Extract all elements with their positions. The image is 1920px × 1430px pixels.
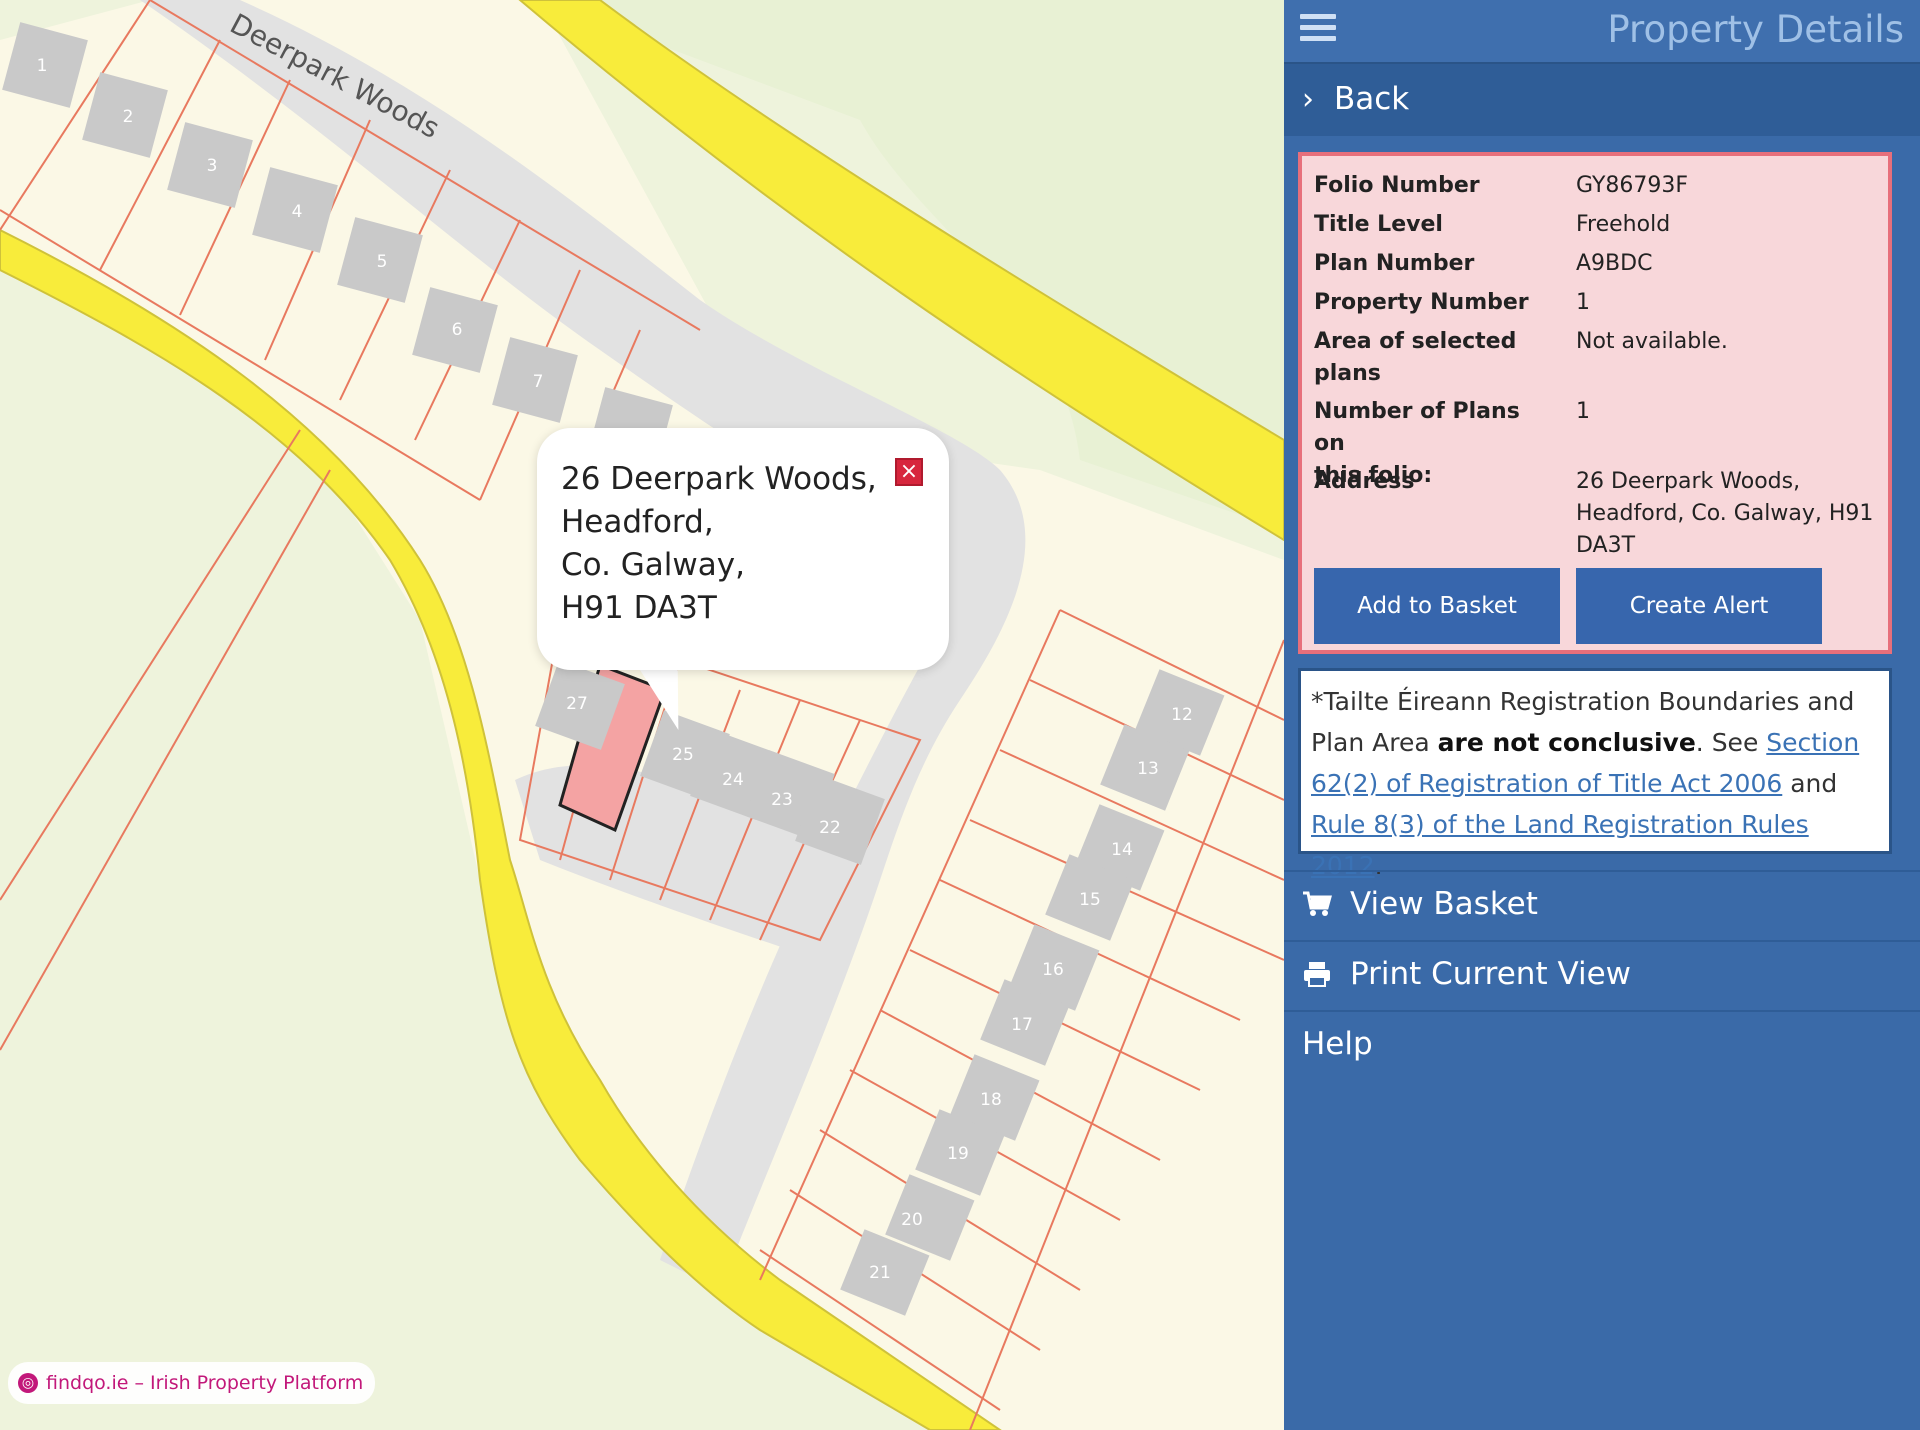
plot-number: 22 [819,818,841,838]
area-row: Area of selected plans Not available. [1314,326,1884,390]
plot-number: 6 [452,320,463,340]
address-line: Headford, Co. Galway, H91 [1576,501,1874,526]
back-label: Back [1334,81,1410,117]
plot-number: 5 [377,252,388,272]
panel-title: Property Details [1607,8,1904,51]
plot-number: 1 [37,56,48,76]
credit-text: findqo.ie – Irish Property Platform [46,1372,364,1394]
disclaimer-box: *Tailte Éireann Registration Boundaries … [1298,668,1892,880]
map-view[interactable]: 1 2 3 4 5 6 7 27 25 24 23 22 12 13 14 15… [0,0,1284,1430]
plot-number: 15 [1079,890,1101,910]
property-info-box: Folio Number GY86793F Title Level Freeho… [1298,152,1892,654]
view-basket-button[interactable]: View Basket [1284,870,1920,940]
folio-number-row: Folio Number GY86793F [1314,170,1884,202]
plot-number: 16 [1042,960,1064,980]
plan-number-value: A9BDC [1576,251,1653,276]
help-label: Help [1302,1026,1373,1062]
help-button[interactable]: Help [1284,1010,1920,1080]
plans-value: 1 [1576,399,1590,424]
plot-number: 24 [722,770,744,790]
address-value: 26 Deerpark Woods, Headford, Co. Galway,… [1576,466,1886,562]
plot-number: 7 [533,372,544,392]
address-line: 26 Deerpark Woods, [1576,469,1801,494]
popup-address-line: 26 Deerpark Woods, [561,461,877,497]
plot-number: 14 [1111,840,1133,860]
popup-address-line: Co. Galway, [561,547,745,583]
popup-address-line: H91 DA3T [561,590,717,626]
property-number-row: Property Number 1 [1314,287,1884,319]
property-number-value: 1 [1576,290,1590,315]
panel-header: Property Details [1284,0,1920,62]
disclaimer-and: and [1782,769,1838,798]
popup-address: 26 Deerpark Woods, Headford, Co. Galway,… [561,458,877,630]
area-value: Not available. [1576,329,1728,354]
print-view-button[interactable]: Print Current View [1284,940,1920,1010]
create-alert-button[interactable]: Create Alert [1576,568,1822,644]
disclaimer-bold: are not conclusive [1437,728,1696,757]
title-level-label: Title Level [1314,212,1443,237]
area-label-line: Area of selected [1314,329,1517,354]
plot-number: 17 [1011,1015,1033,1035]
globe-icon: ◎ [18,1373,38,1393]
chevron-right-icon: › [1302,82,1314,117]
address-line: DA3T [1576,533,1636,558]
area-label: Area of selected plans [1314,326,1554,390]
title-level-row: Title Level Freehold [1314,209,1884,241]
plot-number: 3 [207,156,218,176]
disclaimer-mid: . See [1695,728,1767,757]
back-button[interactable]: › Back [1284,62,1920,136]
plot-number: 18 [980,1090,1002,1110]
plot-number: 4 [292,202,303,222]
credit-badge[interactable]: ◎ findqo.ie – Irish Property Platform [8,1362,376,1404]
close-icon[interactable]: × [895,458,923,486]
folio-number-label: Folio Number [1314,173,1480,198]
property-number-label: Property Number [1314,290,1529,315]
plot-number: 25 [672,745,694,765]
plan-number-row: Plan Number A9BDC [1314,248,1884,280]
cart-icon [1302,890,1334,922]
address-popup: 26 Deerpark Woods, Headford, Co. Galway,… [537,428,949,670]
address-row: Address 26 Deerpark Woods, Headford, Co.… [1314,466,1884,562]
plot-number: 20 [901,1210,923,1230]
printer-icon [1302,960,1334,992]
popup-address-line: Headford, [561,504,714,540]
plot-number: 12 [1171,705,1193,725]
print-view-label: Print Current View [1350,956,1632,992]
add-to-basket-button[interactable]: Add to Basket [1314,568,1560,644]
plans-row: Number of Plans on this folio: 1 [1314,396,1884,488]
plot-number: 13 [1137,759,1159,779]
view-basket-label: View Basket [1350,886,1538,922]
plot-number: 21 [869,1263,891,1283]
folio-number-value: GY86793F [1576,173,1689,198]
plot-number: 27 [566,694,588,714]
plan-number-label: Plan Number [1314,251,1475,276]
area-label-line: plans [1314,361,1381,386]
property-details-panel: Property Details › Back Folio Number GY8… [1284,0,1920,1430]
address-label: Address [1314,469,1415,494]
hamburger-menu-icon[interactable] [1300,14,1336,44]
title-level-value: Freehold [1576,212,1671,237]
plans-label-line: Number of Plans on [1314,399,1520,456]
plot-number: 2 [123,107,134,127]
plot-number: 23 [771,790,793,810]
plot-number: 19 [947,1144,969,1164]
map-canvas[interactable]: 1 2 3 4 5 6 7 27 25 24 23 22 12 13 14 15… [0,0,1284,1430]
